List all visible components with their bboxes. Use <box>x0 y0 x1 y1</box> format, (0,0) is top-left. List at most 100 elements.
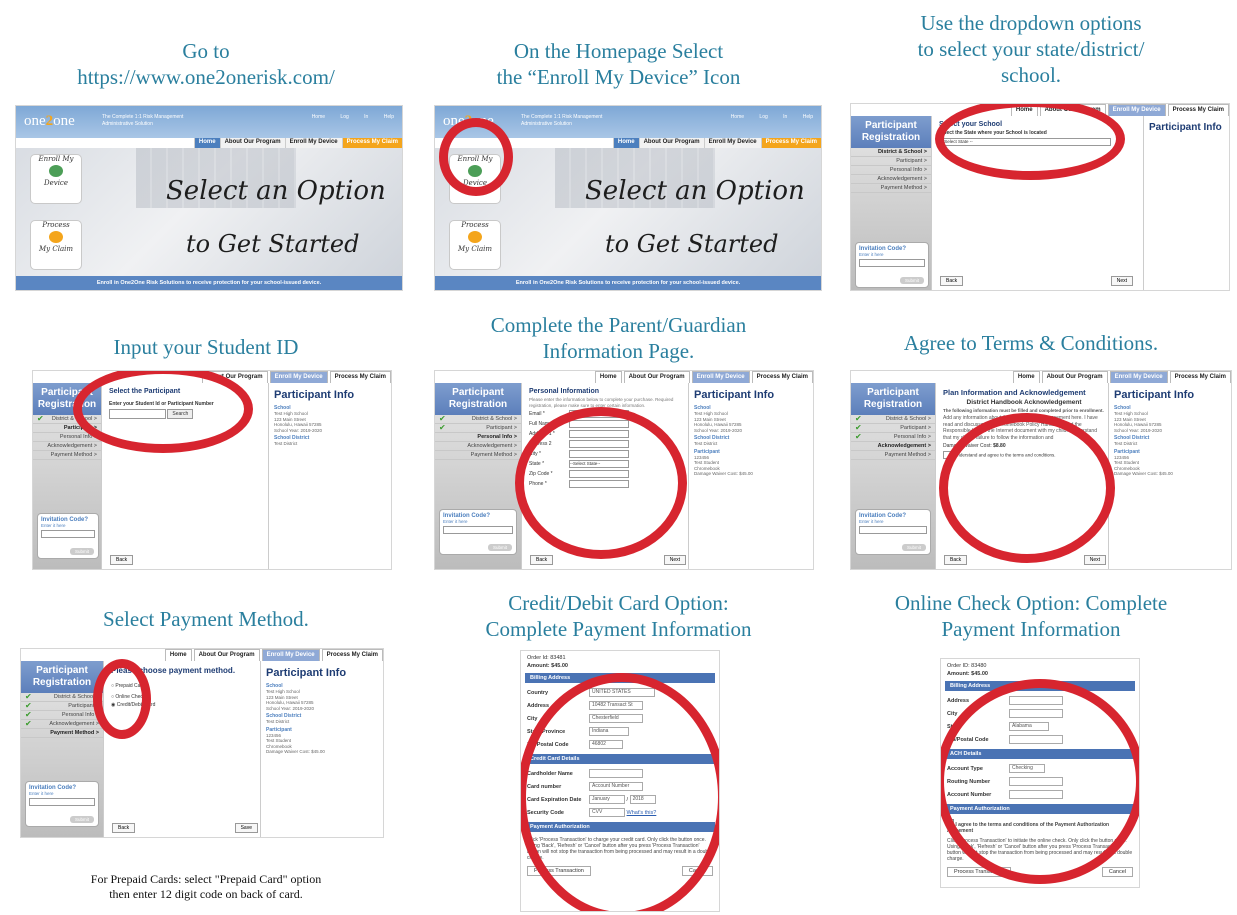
account-type-select[interactable]: Checking <box>1009 764 1045 773</box>
student-id-input[interactable] <box>109 409 166 419</box>
sidebar-item-district[interactable]: District & School > <box>851 414 935 424</box>
address2-field[interactable] <box>569 440 629 448</box>
routing-field[interactable] <box>1009 777 1063 786</box>
nav-enroll[interactable]: Enroll My Device <box>284 138 342 148</box>
city-field[interactable]: Chesterfield <box>589 714 643 723</box>
sidebar-item-district[interactable]: District & School > <box>851 148 931 157</box>
nav-about[interactable]: About Our Program <box>201 371 268 383</box>
submit-button[interactable]: Submit <box>487 544 512 551</box>
sidebar-item-personal[interactable]: Personal Info > <box>21 710 103 720</box>
card-number-field[interactable]: Account Number <box>589 782 643 791</box>
address-field[interactable] <box>1009 696 1063 705</box>
nav-about[interactable]: About Our Program <box>1039 104 1106 116</box>
sidebar-item-personal[interactable]: Personal Info > <box>851 166 931 175</box>
enroll-device-card[interactable]: Enroll My Device <box>449 154 501 204</box>
phone-field[interactable] <box>569 480 629 488</box>
country-select[interactable]: UNITED STATES <box>589 688 655 697</box>
sidebar-item-district[interactable]: District & School > <box>33 414 101 424</box>
nav-about[interactable]: About Our Program <box>638 138 704 148</box>
city-field[interactable] <box>1009 709 1063 718</box>
enroll-device-card[interactable]: Enroll My Device <box>30 154 82 204</box>
nav-claim[interactable]: Process My Claim <box>1169 371 1231 383</box>
nav-enroll[interactable]: Enroll My Device <box>691 371 750 383</box>
nav-home[interactable]: Home <box>193 138 220 148</box>
process-transaction-button[interactable]: Process Transaction <box>527 866 591 876</box>
nav-about[interactable]: About Our Program <box>193 649 260 661</box>
cancel-button[interactable]: Cancel <box>1101 867 1133 877</box>
zip-field[interactable] <box>569 470 629 478</box>
sidebar-item-participant[interactable]: Participant > <box>851 423 935 433</box>
top-links[interactable]: Home Log In Help <box>731 114 813 120</box>
option-prepaid[interactable]: ○ Prepaid Card <box>111 683 257 689</box>
sidebar-item-participant[interactable]: Participant > <box>435 423 521 433</box>
submit-button[interactable]: Submit <box>69 548 94 555</box>
nav-enroll[interactable]: Enroll My Device <box>703 138 761 148</box>
nav-claim[interactable]: Process My Claim <box>329 371 391 383</box>
submit-button[interactable]: Submit <box>69 816 94 823</box>
nav-home[interactable]: Home <box>1010 104 1038 116</box>
nav-claim[interactable]: Process My Claim <box>760 138 821 148</box>
site-logo[interactable]: one2one <box>443 113 494 130</box>
sidebar-item-district[interactable]: District & School > <box>435 414 521 424</box>
sidebar-item-acknowledgement[interactable]: Acknowledgement > <box>851 442 935 451</box>
submit-button[interactable]: Submit <box>901 544 926 551</box>
state-select[interactable]: -- Select State -- <box>939 138 1111 146</box>
next-button[interactable]: Next <box>663 555 686 565</box>
state-select[interactable]: Alabama <box>1009 722 1049 731</box>
nav-enroll[interactable]: Enroll My Device <box>269 371 328 383</box>
submit-button[interactable]: Submit <box>899 277 924 284</box>
sidebar-item-personal[interactable]: Personal Info > <box>33 433 101 442</box>
sidebar-item-personal[interactable]: Personal Info > <box>851 432 935 442</box>
sidebar-item-payment[interactable]: Payment Method > <box>435 451 521 460</box>
back-button[interactable]: Back <box>112 823 136 833</box>
sidebar-item-participant[interactable]: Participant > <box>33 424 101 433</box>
account-number-field[interactable] <box>1009 790 1063 799</box>
nav-claim[interactable]: Process My Claim <box>1167 104 1229 116</box>
process-claim-card[interactable]: Process My Claim <box>449 220 501 270</box>
next-button[interactable]: Next <box>1110 276 1133 286</box>
nav-claim[interactable]: Process My Claim <box>321 649 383 661</box>
cvv-field[interactable]: CVV <box>589 808 625 817</box>
state-select[interactable]: --Select State-- <box>569 460 629 468</box>
full-name-field[interactable] <box>569 420 629 428</box>
nav-claim[interactable]: Process My Claim <box>341 138 402 148</box>
back-button[interactable]: Back <box>940 276 964 286</box>
email-field[interactable] <box>569 410 629 418</box>
sidebar-item-payment[interactable]: Payment Method > <box>851 451 935 460</box>
nav-about[interactable]: About Our Program <box>1041 371 1108 383</box>
state-select[interactable]: Indiana <box>589 727 629 736</box>
cardholder-field[interactable] <box>589 769 643 778</box>
zip-field[interactable] <box>1009 735 1063 744</box>
nav-home[interactable]: Home <box>612 138 639 148</box>
back-button[interactable]: Back <box>530 555 554 565</box>
city-field[interactable] <box>569 450 629 458</box>
next-button[interactable]: Next <box>1083 555 1106 565</box>
sidebar-item-participant[interactable]: Participant > <box>851 157 931 166</box>
invitation-input[interactable] <box>859 259 925 267</box>
process-transaction-button[interactable]: Process Transaction <box>947 867 1011 877</box>
nav-enroll[interactable]: Enroll My Device <box>1109 371 1168 383</box>
address1-field[interactable] <box>569 430 629 438</box>
sidebar-item-participant[interactable]: Participant > <box>21 701 103 711</box>
exp-month-select[interactable]: January <box>589 795 625 804</box>
sidebar-item-personal[interactable]: Personal Info > <box>435 433 521 442</box>
option-card[interactable]: ◉ Credit/Debit Card <box>111 702 257 708</box>
nav-home[interactable]: Home <box>594 371 622 383</box>
option-check[interactable]: ○ Online Check <box>111 694 257 700</box>
nav-enroll[interactable]: Enroll My Device <box>261 649 320 661</box>
agree-checkbox[interactable] <box>943 451 951 459</box>
cancel-button[interactable]: Cancel <box>681 866 713 876</box>
sidebar-item-acknowledgement[interactable]: Acknowledgement > <box>435 442 521 451</box>
sidebar-item-payment[interactable]: Payment Method > <box>21 729 103 738</box>
zip-field[interactable]: 46802 <box>589 740 623 749</box>
invitation-input[interactable] <box>41 530 95 538</box>
site-logo[interactable]: one2one <box>24 113 75 130</box>
invitation-input[interactable] <box>859 526 927 534</box>
process-claim-card[interactable]: Process My Claim <box>30 220 82 270</box>
whats-this-link[interactable]: What's this? <box>627 810 657 816</box>
nav-home[interactable]: Home <box>1012 371 1040 383</box>
top-links[interactable]: Home Log In Help <box>312 114 394 120</box>
agree-checkbox[interactable] <box>947 819 954 826</box>
sidebar-item-acknowledgement[interactable]: Acknowledgement > <box>33 442 101 451</box>
invitation-input[interactable] <box>29 798 95 806</box>
